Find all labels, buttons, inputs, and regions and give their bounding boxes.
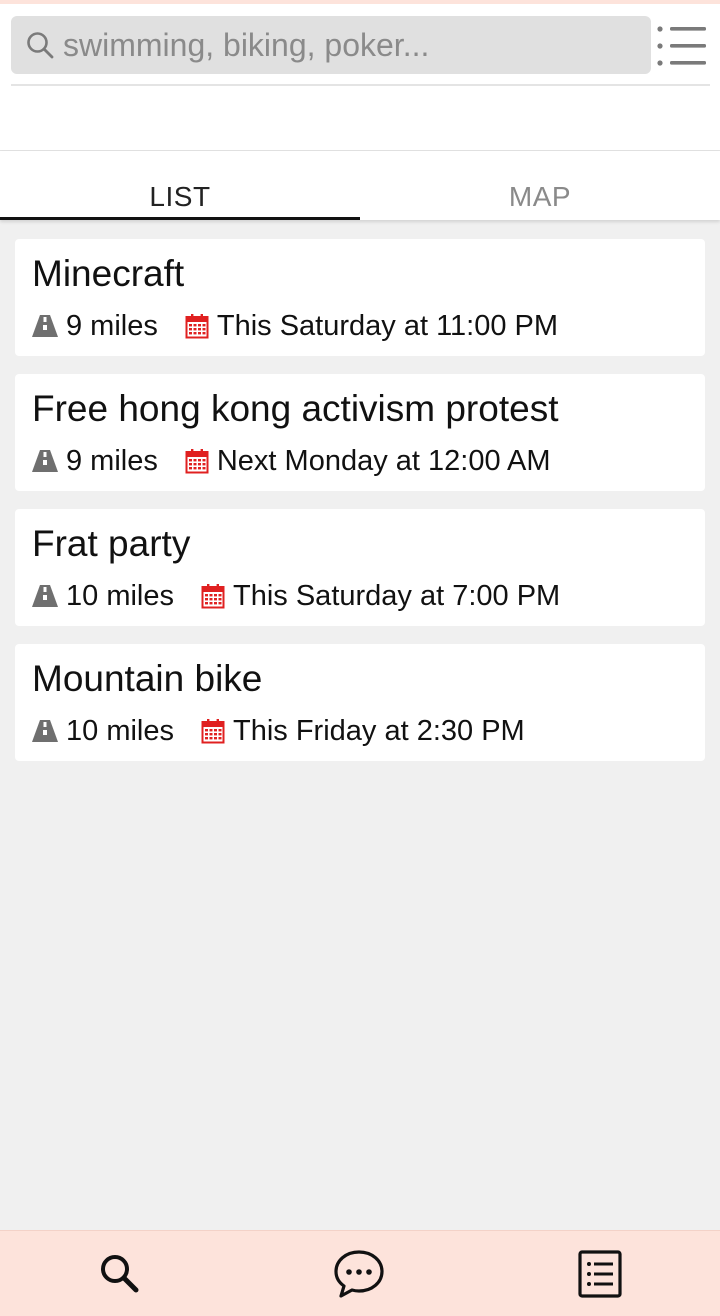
event-distance: 10 miles: [66, 714, 174, 747]
nav-chat-bubble-icon[interactable]: [334, 1249, 384, 1299]
search-icon: [27, 32, 54, 59]
event-title: Frat party: [32, 523, 191, 564]
event-list: Minecraft 9 miles This Saturday at 11:00…: [15, 239, 705, 779]
road-icon: [32, 450, 58, 472]
view-tabs: LIST MAP: [0, 151, 720, 220]
calendar-icon: [185, 314, 209, 339]
tab-list-label: LIST: [149, 181, 211, 212]
road-icon: [32, 585, 58, 607]
bottom-nav: [0, 1230, 720, 1316]
event-time: This Friday at 2:30 PM: [233, 714, 525, 747]
search-box[interactable]: [11, 16, 651, 74]
header-divider: [11, 84, 710, 86]
event-meta: 9 miles Next Monday at 12:00 AM: [32, 442, 551, 480]
event-time: This Saturday at 11:00 PM: [216, 309, 559, 342]
event-time: This Saturday at 7:00 PM: [233, 579, 561, 612]
event-title: Minecraft: [32, 253, 185, 294]
road-icon: [32, 720, 58, 742]
list-menu-icon[interactable]: [656, 24, 710, 68]
active-tab-indicator: [0, 217, 360, 220]
tab-map-label: MAP: [508, 181, 572, 212]
tab-list[interactable]: LIST: [0, 151, 360, 220]
event-card[interactable]: Free hong kong activism protest 9 miles: [15, 374, 705, 491]
search-input[interactable]: [63, 16, 643, 74]
nav-search-icon[interactable]: [95, 1249, 145, 1299]
event-meta: 9 miles This Saturday at 11:00 PM: [32, 307, 558, 345]
event-meta: 10 miles This Friday at 2:30 PM: [32, 712, 525, 750]
calendar-icon: [201, 719, 225, 744]
event-card[interactable]: Minecraft 9 miles This Saturday at 11:00…: [15, 239, 705, 356]
event-title: Mountain bike: [32, 658, 263, 699]
calendar-icon: [185, 449, 209, 474]
tab-map[interactable]: MAP: [360, 151, 720, 220]
calendar-icon: [201, 584, 225, 609]
event-card[interactable]: Frat party 10 miles This Saturday at 7:0…: [15, 509, 705, 626]
event-distance: 10 miles: [66, 579, 174, 612]
event-card[interactable]: Mountain bike 10 miles This Friday at 2:…: [15, 644, 705, 761]
event-meta: 10 miles This Saturday at 7:00 PM: [32, 577, 560, 615]
event-title: Free hong kong activism protest: [32, 388, 559, 429]
event-distance: 9 miles: [66, 444, 158, 477]
header: [0, 4, 720, 151]
app-root: LIST MAP Minecraft 9 miles: [0, 0, 720, 1316]
nav-document-list-icon[interactable]: [575, 1249, 625, 1299]
road-icon: [32, 315, 58, 337]
event-time: Next Monday at 12:00 AM: [216, 444, 551, 477]
event-distance: 9 miles: [66, 309, 158, 342]
